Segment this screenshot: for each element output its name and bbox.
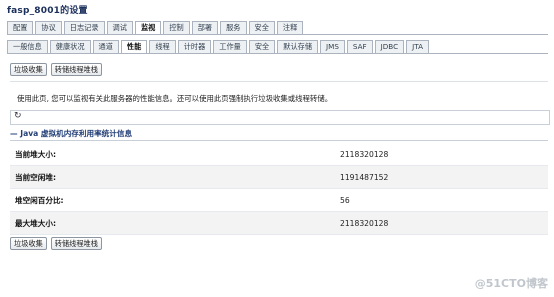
tab-configuration[interactable]: 配置 [7, 21, 34, 35]
subtab-default-store[interactable]: 默认存储 [277, 40, 319, 54]
subtab-jms[interactable]: JMS [320, 40, 345, 54]
top-toolbar: 垃圾收集 转储线程堆栈 [10, 63, 102, 76]
stat-row-free-heap-percent: 堆空闲百分比: 56 [10, 189, 548, 212]
dump-thread-stacks-button[interactable]: 转储线程堆栈 [50, 63, 102, 76]
refresh-bar: ↻ [10, 110, 550, 125]
tab-debug[interactable]: 调试 [106, 21, 133, 35]
page-title: fasp_8001的设置 [7, 6, 88, 16]
tab-control[interactable]: 控制 [163, 21, 190, 35]
tab-notes[interactable]: 注释 [276, 21, 304, 35]
toolbar-divider [10, 81, 548, 82]
stat-label: 最大堆大小: [15, 218, 57, 228]
stat-row-current-heap-size: 当前堆大小: 2118320128 [10, 143, 548, 166]
dump-thread-stacks-button-bottom[interactable]: 转储线程堆栈 [50, 237, 102, 250]
watermark: @51CTO博客 [474, 277, 548, 290]
jvm-memory-section: — Java 虚拟机内存利用率统计信息 当前堆大小: 2118320128 当前… [10, 128, 548, 235]
subtab-performance[interactable]: 性能 [120, 40, 148, 54]
tab-security[interactable]: 安全 [248, 21, 275, 35]
collapse-marker-icon[interactable]: — [10, 129, 20, 138]
subtab-workload[interactable]: 工作量 [213, 40, 247, 54]
stat-value: 1191487152 [340, 172, 389, 182]
tab-monitoring[interactable]: 监视 [134, 21, 162, 35]
primary-tabs-divider [7, 34, 548, 35]
subtab-security[interactable]: 安全 [248, 40, 276, 54]
subtab-jdbc[interactable]: JDBC [374, 40, 405, 54]
garbage-collect-button-bottom[interactable]: 垃圾收集 [10, 237, 47, 250]
tab-services[interactable]: 服务 [220, 21, 247, 35]
subtab-general[interactable]: 一般信息 [7, 40, 48, 54]
subtab-threads[interactable]: 线程 [149, 40, 176, 54]
stat-label: 当前堆大小: [15, 149, 57, 159]
secondary-tabs: 一般信息 健康状况 通道 性能 线程 计时器 工作量 安全 默认存储 JMS S… [7, 40, 430, 54]
subtab-channels[interactable]: 通道 [92, 40, 119, 54]
memory-stats-table: 当前堆大小: 2118320128 当前空闲堆: 1191487152 堆空闲百… [10, 143, 548, 235]
bottom-toolbar: 垃圾收集 转储线程堆栈 [10, 237, 102, 250]
stat-value: 2118320128 [340, 218, 389, 228]
primary-tabs: 配置 协议 日志记录 调试 监视 控制 部署 服务 安全 注释 [7, 21, 304, 35]
garbage-collect-button[interactable]: 垃圾收集 [10, 63, 47, 76]
stat-value: 2118320128 [340, 149, 389, 159]
description: 使用此页, 您可以监视有关此服务器的性能信息。还可以使用此页强制执行垃圾收集或线… [17, 94, 333, 103]
refresh-icon[interactable]: ↻ [14, 111, 22, 121]
subtab-timers[interactable]: 计时器 [177, 40, 212, 54]
stat-value: 56 [340, 195, 350, 205]
section-title: — Java 虚拟机内存利用率统计信息 [10, 129, 133, 138]
stat-label: 当前空闲堆: [15, 172, 57, 182]
tab-deployments[interactable]: 部署 [191, 21, 219, 35]
subtab-jta[interactable]: JTA [406, 40, 430, 54]
section-header: — Java 虚拟机内存利用率统计信息 [10, 128, 548, 141]
stat-row-max-heap-size: 最大堆大小: 2118320128 [10, 212, 548, 235]
stat-label: 堆空闲百分比: [15, 195, 64, 205]
tab-protocol[interactable]: 协议 [35, 21, 62, 35]
subtab-health[interactable]: 健康状况 [49, 40, 91, 54]
tab-logging[interactable]: 日志记录 [63, 21, 105, 35]
secondary-tabs-divider [7, 53, 548, 54]
subtab-saf[interactable]: SAF [346, 40, 373, 54]
stat-row-current-free-heap: 当前空闲堆: 1191487152 [10, 166, 548, 189]
